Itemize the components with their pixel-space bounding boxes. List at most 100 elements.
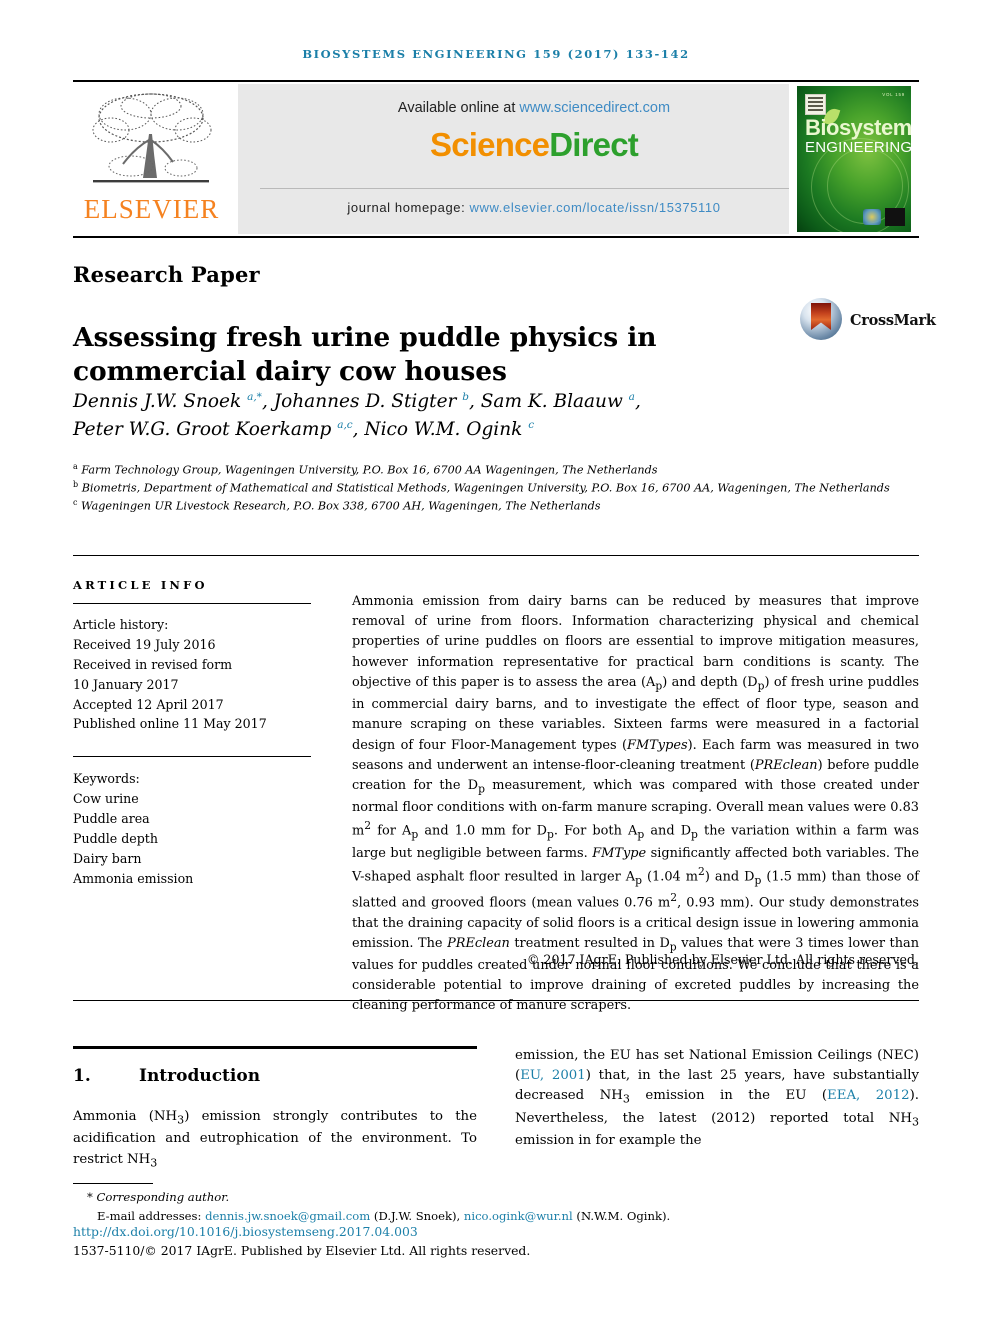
masthead-top-rule [73,80,919,82]
author-snoek: Dennis J.W. Snoek [73,391,248,412]
keyword-item: Puddle area [73,811,150,827]
body-column-right: emission, the EU has set National Emissi… [515,1046,919,1152]
citation-link-eea-2012[interactable]: EEA, 2012 [827,1088,910,1103]
author-snoek-affil[interactable]: a,* [247,391,262,403]
keyword-item: Dairy barn [73,850,142,866]
cover-title-line2: ENGINEERING [805,139,911,156]
email-owner-ogink: (N.W.M. Ogink). [572,1208,671,1223]
elsevier-tree-icon [92,93,212,183]
cover-publisher-badge [805,94,826,115]
journal-masthead: ELSEVIER Available online at www.science… [73,80,919,238]
masthead-divider [260,188,808,189]
email-addresses-label: E-mail addresses: [97,1208,206,1223]
email-link-snoek[interactable]: dennis.jw.snoek@gmail.com [205,1209,370,1223]
abstract-sup-sq2: 2 [698,865,705,879]
intro-right-sub-3a: 3 [622,1093,630,1107]
abstract-italic-fmtype: FMType [592,846,647,862]
cover-title-line1: Biosystems [805,115,911,140]
article-history: Article history: Received 19 July 2016 R… [73,615,311,734]
intro-left-sub-3b: 3 [150,1156,158,1170]
article-type: Research Paper [73,262,260,287]
issn-copyright-line: 1537-5110/© 2017 IAgrE. Published by Els… [73,1243,531,1258]
body-column-left: 1. Introduction Ammonia (NH3) emission s… [73,1046,477,1172]
keyword-item: Puddle depth [73,831,158,847]
abstract-part-10: and D [644,823,692,839]
article-revised-label: Received in revised form [73,656,233,672]
page-title: Assessing fresh urine puddle physics in … [73,321,657,388]
affiliation-a-mark: a [73,462,78,471]
author-sep-1: , Johannes D. Stigter [261,391,463,412]
citation-link-eu-2001[interactable]: EU, 2001 [520,1068,586,1083]
journal-cover-image: VOL 159 Biosystems ENGINEERING [797,86,911,232]
author-sep-3: , [634,391,641,412]
doi-link[interactable]: http://dx.doi.org/10.1016/j.biosystemsen… [73,1224,418,1239]
keyword-item: Cow urine [73,791,139,807]
sciencedirect-logo: ScienceDirect [238,126,830,164]
article-revised-date: 10 January 2017 [73,676,179,692]
article-accepted: Accepted 12 April 2017 [73,696,224,712]
article-info-panel: ARTICLE INFO Article history: Received 1… [73,578,311,889]
section-number: 1. [73,1066,91,1086]
affiliation-rule [73,555,919,556]
author-stigter-affil[interactable]: b [462,391,469,403]
author-list: Dennis J.W. Snoek a,*, Johannes D. Stigt… [73,388,753,444]
masthead-bottom-rule [73,236,919,238]
footnote-rule [73,1183,153,1184]
sciencedirect-logo-direct: Direct [549,126,639,163]
author-ogink-affil[interactable]: c [528,419,534,431]
running-head: BIOSYSTEMS ENGINEERING 159 (2017) 133-14… [302,47,690,61]
author-koerkamp: Peter W.G. Groot Koerkamp [73,419,338,441]
sciencedirect-logo-science: Science [430,126,550,163]
cover-volume-label: VOL 159 [882,92,905,97]
section-title: Introduction [139,1066,261,1086]
crossmark-badge[interactable]: CrossMark [800,298,936,342]
affiliation-c: c Wageningen UR Livestock Research, P.O.… [73,497,919,515]
intro-right-sub-3b: 3 [911,1115,919,1129]
abstract-sub-dp1: p [757,679,765,693]
journal-homepage-url[interactable]: www.elsevier.com/locate/issn/15375110 [470,200,721,215]
email-owner-snoek: (D.J.W. Snoek), [370,1208,464,1223]
affiliation-a-text: Farm Technology Group, Wageningen Univer… [81,463,658,477]
intro-right-part-3: emission in the EU ( [629,1088,828,1104]
journal-cover: VOL 159 Biosystems ENGINEERING [789,84,919,234]
affiliation-list: a Farm Technology Group, Wageningen Univ… [73,461,919,514]
article-history-label: Article history: [73,617,169,632]
footnote-block: * Corresponding author. E-mail addresses… [73,1188,919,1226]
email-link-ogink[interactable]: nico.ogink@wur.nl [464,1209,573,1223]
crossmark-icon [800,298,842,340]
section-heading-introduction: 1. Introduction [73,1066,477,1086]
abstract-sub-dp3: p [547,828,554,842]
keyword-item: Ammonia emission [73,870,194,886]
available-online-label: Available online at [397,100,520,116]
corresponding-author-note: * Corresponding author. [87,1190,230,1204]
abstract-part-7: for A [371,823,412,839]
keywords-rule [73,756,311,758]
intro-paragraph-left: Ammonia (NH3) emission strongly contribu… [73,1107,477,1172]
affiliation-a: a Farm Technology Group, Wageningen Univ… [73,461,919,479]
abstract-copyright: © 2017 IAgrE. Published by Elsevier Ltd.… [526,952,919,967]
affiliation-b: b Biometris, Department of Mathematical … [73,479,919,497]
article-received: Received 19 July 2016 [73,636,216,652]
affiliation-b-mark: b [73,479,79,489]
paper-page: BIOSYSTEMS ENGINEERING 159 (2017) 133-14… [0,0,992,1323]
article-info-heading: ARTICLE INFO [73,578,208,592]
section-rule [73,1046,477,1049]
author-sep-4: , Nico W.M. Ogink [352,419,529,441]
article-published: Published online 11 May 2017 [73,716,267,732]
abstract-part-13: (1.04 m [642,869,698,885]
available-online-line: Available online at www.sciencedirect.co… [238,100,830,116]
abstract-italic-preclean: PREclean [754,757,818,773]
affiliation-c-text: Wageningen UR Livestock Research, P.O. B… [81,499,601,513]
abstract-part-9: . For both A [553,823,638,839]
journal-homepage-label: journal homepage: [347,200,470,215]
author-koerkamp-affil[interactable]: a,c [337,419,352,431]
journal-homepage-line: journal homepage: www.elsevier.com/locat… [238,200,830,215]
cover-emblem-icon [863,209,881,225]
abstract-sub-dp4: p [691,828,698,842]
abstract-italic-fmtypes: FMTypes [627,737,688,753]
author-sep-2: , Sam K. Blaauw [469,391,629,412]
abstract-italic-preclean2: PREclean [447,935,510,951]
abstract-part-17: treatment resulted in D [509,935,670,951]
email-addresses-line: E-mail addresses: dennis.jw.snoek@gmail.… [73,1207,919,1226]
sciencedirect-url[interactable]: www.sciencedirect.com [519,100,670,116]
